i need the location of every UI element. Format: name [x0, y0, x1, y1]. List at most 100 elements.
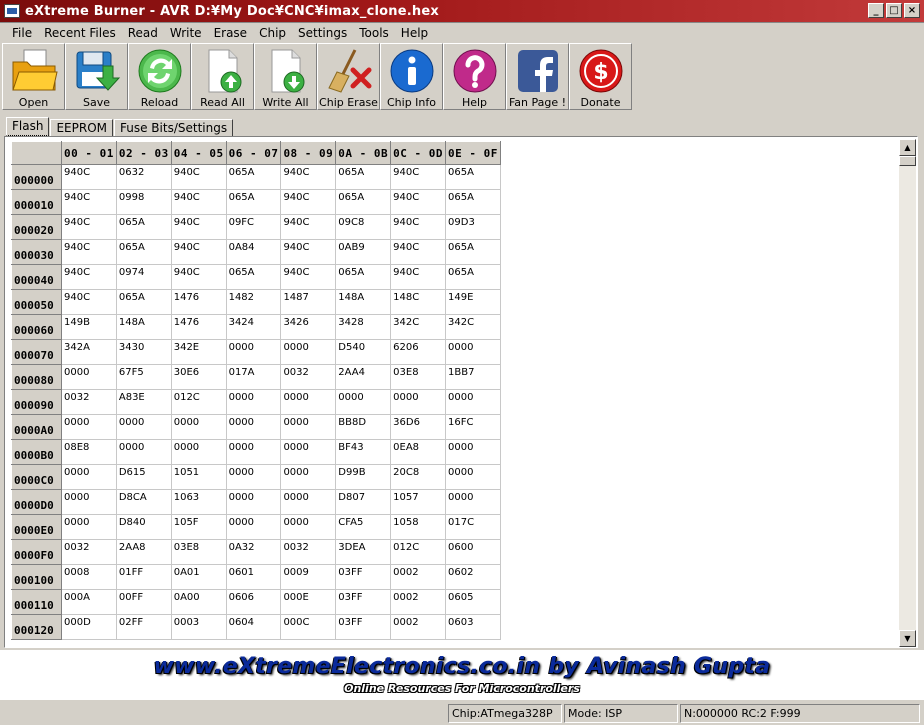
- hex-cell[interactable]: 0000: [61, 514, 117, 540]
- hex-cell[interactable]: 0003: [170, 614, 227, 640]
- menu-read[interactable]: Read: [122, 26, 164, 40]
- hex-cell[interactable]: 000D: [61, 614, 117, 640]
- row-address-header[interactable]: 000060: [11, 314, 62, 340]
- hex-cell[interactable]: 0000: [61, 464, 117, 490]
- column-header[interactable]: 02 - 03: [115, 141, 172, 165]
- hex-cell[interactable]: 0A01: [170, 564, 227, 590]
- hex-cell[interactable]: 940C: [280, 239, 337, 265]
- column-header[interactable]: 0E - 0F: [445, 141, 501, 165]
- hex-cell[interactable]: 940C: [61, 264, 117, 290]
- hex-cell[interactable]: 0000: [280, 464, 337, 490]
- hex-cell[interactable]: 0974: [115, 264, 172, 290]
- hex-cell[interactable]: 0000: [225, 489, 282, 515]
- hex-cell[interactable]: 0000: [61, 414, 117, 440]
- hex-cell[interactable]: D8CA: [115, 489, 172, 515]
- read-all-button[interactable]: Read All: [191, 43, 254, 110]
- hex-cell[interactable]: 940C: [280, 264, 337, 290]
- hex-cell[interactable]: 940C: [170, 189, 227, 215]
- hex-cell[interactable]: 3428: [335, 314, 392, 340]
- hex-cell[interactable]: 09FC: [225, 214, 282, 240]
- hex-cell[interactable]: 0602: [445, 564, 501, 590]
- hex-cell[interactable]: D99B: [335, 464, 392, 490]
- hex-cell[interactable]: 0000: [445, 389, 501, 415]
- hex-cell[interactable]: 0000: [61, 364, 117, 390]
- hex-cell[interactable]: 065A: [115, 289, 172, 315]
- hex-cell[interactable]: 0000: [335, 389, 392, 415]
- write-all-button[interactable]: Write All: [254, 43, 317, 110]
- menu-help[interactable]: Help: [395, 26, 434, 40]
- hex-cell[interactable]: 2AA8: [115, 539, 172, 565]
- hex-cell[interactable]: 0606: [225, 589, 282, 615]
- hex-cell[interactable]: 0A32: [225, 539, 282, 565]
- hex-cell[interactable]: A83E: [115, 389, 172, 415]
- maximize-button[interactable]: □: [886, 3, 902, 18]
- hex-cell[interactable]: 1057: [390, 489, 447, 515]
- hex-cell[interactable]: 940C: [61, 164, 117, 190]
- column-header[interactable]: 04 - 05: [170, 141, 227, 165]
- hex-cell[interactable]: 0A00: [170, 589, 227, 615]
- hex-cell[interactable]: 148A: [335, 289, 392, 315]
- hex-cell[interactable]: 09C8: [335, 214, 392, 240]
- row-address-header[interactable]: 000120: [11, 614, 62, 640]
- hex-cell[interactable]: 0000: [225, 339, 282, 365]
- hex-cell[interactable]: 940C: [280, 214, 337, 240]
- hex-cell[interactable]: 6206: [390, 339, 447, 365]
- hex-cell[interactable]: 0032: [280, 364, 337, 390]
- hex-cell[interactable]: 0604: [225, 614, 282, 640]
- hex-cell[interactable]: 0032: [61, 389, 117, 415]
- column-header[interactable]: 06 - 07: [225, 141, 282, 165]
- hex-cell[interactable]: 0632: [115, 164, 172, 190]
- hex-cell[interactable]: 02FF: [115, 614, 172, 640]
- hex-cell[interactable]: 940C: [390, 189, 447, 215]
- help-button[interactable]: Help: [443, 43, 506, 110]
- hex-cell[interactable]: 0000: [280, 389, 337, 415]
- column-header[interactable]: 0A - 0B: [335, 141, 392, 165]
- fan-page-button[interactable]: Fan Page !: [506, 43, 569, 110]
- hex-cell[interactable]: 30E6: [170, 364, 227, 390]
- hex-cell[interactable]: 105F: [170, 514, 227, 540]
- hex-cell[interactable]: CFA5: [335, 514, 392, 540]
- hex-cell[interactable]: 3DEA: [335, 539, 392, 565]
- hex-cell[interactable]: 1482: [225, 289, 282, 315]
- menu-erase[interactable]: Erase: [208, 26, 254, 40]
- hex-cell[interactable]: 065A: [115, 239, 172, 265]
- hex-cell[interactable]: 0009: [280, 564, 337, 590]
- hex-cell[interactable]: 000A: [61, 589, 117, 615]
- hex-cell[interactable]: 940C: [61, 189, 117, 215]
- hex-cell[interactable]: 0002: [390, 589, 447, 615]
- hex-cell[interactable]: D840: [115, 514, 172, 540]
- hex-cell[interactable]: 08E8: [61, 439, 117, 465]
- hex-cell[interactable]: 940C: [170, 214, 227, 240]
- scroll-thumb[interactable]: [899, 156, 916, 166]
- hex-cell[interactable]: 0000: [225, 439, 282, 465]
- hex-cell[interactable]: 0000: [115, 439, 172, 465]
- hex-cell[interactable]: 065A: [335, 189, 392, 215]
- column-header[interactable]: 08 - 09: [280, 141, 337, 165]
- hex-cell[interactable]: 342C: [390, 314, 447, 340]
- minimize-button[interactable]: _: [868, 3, 884, 18]
- reload-button[interactable]: Reload: [128, 43, 191, 110]
- hex-cell[interactable]: 065A: [445, 264, 501, 290]
- hex-cell[interactable]: 00FF: [115, 589, 172, 615]
- menu-recent-files[interactable]: Recent Files: [38, 26, 122, 40]
- hex-cell[interactable]: 0000: [280, 414, 337, 440]
- hex-cell[interactable]: 0600: [445, 539, 501, 565]
- hex-cell[interactable]: 1058: [390, 514, 447, 540]
- hex-cell[interactable]: 940C: [170, 239, 227, 265]
- scroll-down-button[interactable]: ▼: [899, 630, 916, 647]
- row-address-header[interactable]: 000090: [11, 389, 62, 415]
- save-button[interactable]: Save: [65, 43, 128, 110]
- hex-cell[interactable]: 0A84: [225, 239, 282, 265]
- row-address-header[interactable]: 000100: [11, 564, 62, 590]
- hex-cell[interactable]: 0002: [390, 564, 447, 590]
- hex-cell[interactable]: 0000: [225, 414, 282, 440]
- row-address-header[interactable]: 000030: [11, 239, 62, 265]
- hex-cell[interactable]: 940C: [61, 214, 117, 240]
- column-header[interactable]: 0C - 0D: [390, 141, 447, 165]
- row-address-header[interactable]: 000000: [11, 164, 62, 190]
- hex-cell[interactable]: 017A: [225, 364, 282, 390]
- hex-cell[interactable]: 1476: [170, 289, 227, 315]
- hex-cell[interactable]: 149E: [445, 289, 501, 315]
- hex-cell[interactable]: 065A: [445, 239, 501, 265]
- hex-cell[interactable]: 065A: [225, 189, 282, 215]
